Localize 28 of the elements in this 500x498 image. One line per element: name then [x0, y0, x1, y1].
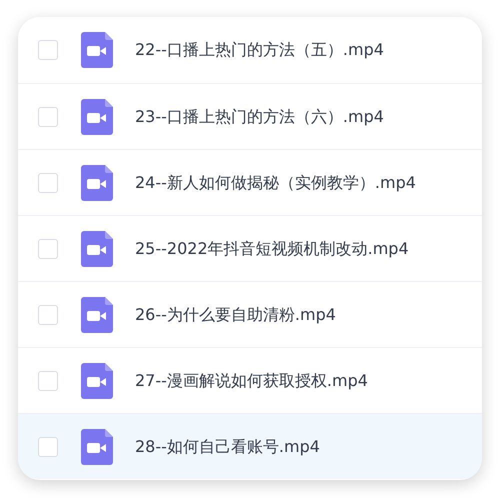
file-name: 25--2022年抖音短视频机制改动.mp4 — [135, 238, 409, 260]
file-row[interactable]: 24--新人如何做揭秘（实例教学）.mp4 — [18, 149, 482, 215]
video-file-icon — [81, 164, 113, 200]
file-row[interactable]: 27--漫画解说如何获取授权.mp4 — [18, 347, 482, 413]
video-file-icon — [81, 362, 113, 398]
file-row[interactable]: 23--口播上热门的方法（六）.mp4 — [18, 83, 482, 149]
file-row[interactable]: 26--为什么要自助清粉.mp4 — [18, 281, 482, 347]
file-name: 23--口播上热门的方法（六）.mp4 — [135, 106, 384, 128]
video-file-icon — [81, 32, 113, 68]
video-file-icon — [81, 230, 113, 266]
file-row[interactable]: 22--口播上热门的方法（五）.mp4 — [18, 17, 482, 83]
file-name: 22--口播上热门的方法（五）.mp4 — [135, 39, 384, 61]
video-file-icon — [81, 296, 113, 332]
video-file-icon — [81, 98, 113, 134]
video-file-icon — [81, 428, 113, 464]
file-name: 28--如何自己看账号.mp4 — [135, 436, 320, 458]
checkbox[interactable] — [38, 106, 58, 126]
checkbox[interactable] — [38, 238, 58, 258]
file-name: 27--漫画解说如何获取授权.mp4 — [135, 370, 368, 392]
checkbox[interactable] — [38, 370, 58, 390]
checkbox[interactable] — [38, 172, 58, 192]
file-name: 26--为什么要自助清粉.mp4 — [135, 304, 336, 326]
file-row[interactable]: 25--2022年抖音短视频机制改动.mp4 — [18, 215, 482, 281]
checkbox[interactable] — [38, 304, 58, 324]
file-name: 24--新人如何做揭秘（实例教学）.mp4 — [135, 172, 416, 194]
checkbox[interactable] — [38, 40, 58, 60]
checkbox[interactable] — [38, 436, 58, 456]
file-row[interactable]: 28--如何自己看账号.mp4 — [18, 413, 482, 479]
